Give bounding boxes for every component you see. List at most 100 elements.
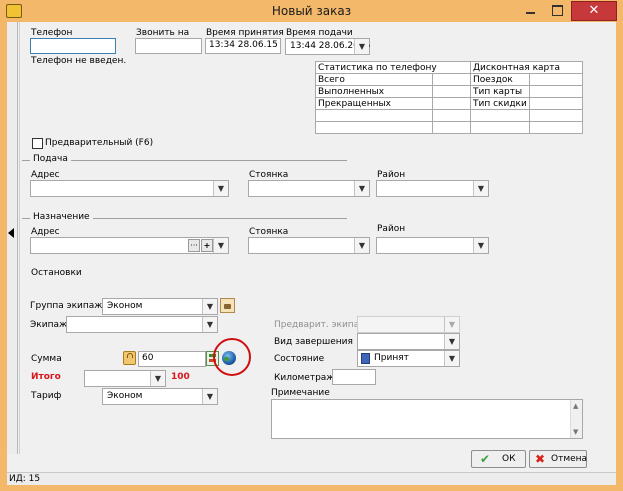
stats-cell: Тип карты: [470, 85, 530, 98]
chevron-down-icon[interactable]: ▼: [473, 238, 488, 253]
minimize-icon: [526, 12, 535, 14]
chevron-down-icon[interactable]: ▼: [473, 181, 488, 196]
collapse-strip[interactable]: [7, 22, 18, 454]
chevron-down-icon[interactable]: ▼: [202, 317, 217, 332]
collapse-arrow-icon[interactable]: [8, 228, 14, 238]
crew-group-combo[interactable]: Эконом ▼: [102, 298, 218, 315]
crew-combo[interactable]: ▼: [66, 316, 218, 333]
destination-address-combo[interactable]: ▼ ··· +: [30, 237, 229, 254]
highlight-circle: [213, 338, 251, 376]
maximize-icon: [552, 5, 563, 16]
stats-cell: Всего: [314, 73, 434, 86]
total-combo[interactable]: ▼: [84, 370, 166, 387]
cancel-button-label: Отмена: [551, 454, 588, 464]
lock-icon[interactable]: [123, 351, 136, 365]
state-combo[interactable]: Принят ▼: [357, 350, 460, 367]
stats-cell: [470, 121, 530, 134]
destination-district-label: Район: [377, 224, 406, 234]
pickup-district-label: Район: [377, 170, 406, 180]
phone-stats-table: Статистика по телефону Дисконтная карта …: [314, 61, 584, 134]
chevron-down-icon[interactable]: ▼: [213, 181, 228, 196]
add-stop-button[interactable]: +: [201, 239, 213, 252]
destination-parking-combo[interactable]: ▼: [248, 237, 370, 254]
check-icon: ✔: [480, 452, 491, 466]
crew-label: Экипаж: [30, 320, 68, 330]
stats-cell: [432, 85, 471, 98]
phone-icon: [361, 353, 370, 364]
status-bar: ИД: 15: [7, 472, 616, 485]
chevron-down-icon[interactable]: ▼: [444, 351, 459, 366]
preliminary-checkbox[interactable]: [32, 138, 43, 149]
state-value: Принят: [374, 353, 409, 363]
chevron-down-icon: ▼: [444, 317, 459, 332]
more-button[interactable]: ···: [188, 239, 200, 252]
note-scrollbar[interactable]: ▲ ▼: [570, 400, 582, 438]
tariff-label: Тариф: [31, 391, 62, 401]
destination-district-combo[interactable]: ▼: [376, 237, 489, 254]
phone-label: Телефон: [31, 28, 73, 38]
pickup-district-combo[interactable]: ▼: [376, 180, 489, 197]
destination-parking-label: Стоянка: [249, 227, 289, 237]
callto-label: Звонить на: [136, 28, 190, 38]
stats-cell: [432, 97, 471, 110]
stats-cell: [432, 121, 471, 134]
destination-group-label: Назначение: [30, 212, 93, 222]
ok-button[interactable]: ✔ ОК: [471, 450, 526, 468]
pickup-parking-combo[interactable]: ▼: [248, 180, 370, 197]
chevron-down-icon[interactable]: ▼: [354, 238, 369, 253]
note-textarea[interactable]: ▲ ▼: [271, 399, 583, 439]
chevron-down-icon[interactable]: ▼: [354, 181, 369, 196]
chevron-down-icon[interactable]: ▼: [444, 334, 459, 349]
preliminary-label: Предварительный (F6): [45, 138, 154, 148]
prelim-crew-label: Предварит. экипаж: [274, 320, 368, 330]
crew-group-value: Эконом: [107, 301, 143, 311]
minimize-button[interactable]: [517, 1, 543, 19]
stats-cell: Прекращенных: [314, 97, 434, 110]
chevron-down-icon[interactable]: ▼: [202, 389, 217, 404]
pickup-address-combo[interactable]: ▼: [30, 180, 229, 197]
cancel-button[interactable]: ✖ Отмена: [529, 450, 587, 468]
tariff-value: Эконом: [107, 391, 143, 401]
stats-cell: [528, 73, 584, 86]
stats-cell: [314, 121, 434, 134]
close-button[interactable]: ✕: [571, 1, 617, 21]
divider: [19, 22, 20, 454]
stats-cell: [314, 109, 434, 122]
completion-combo[interactable]: ▼: [357, 333, 460, 350]
chevron-down-icon[interactable]: ▼: [354, 39, 369, 54]
window-frame-right: [616, 22, 623, 491]
total-label: Итого: [31, 372, 61, 382]
chevron-down-icon[interactable]: ▼: [213, 238, 228, 253]
stats-cell: [528, 97, 584, 110]
ok-button-label: ОК: [502, 454, 516, 464]
pickup-time-picker[interactable]: 13:44 28.06.2015 ▼: [285, 38, 370, 55]
phone-input[interactable]: [30, 38, 116, 54]
completion-label: Вид завершения: [274, 337, 353, 347]
stats-cell: [528, 85, 584, 98]
accept-time-field[interactable]: 13:34 28.06.15: [205, 38, 281, 54]
crew-group-label: Группа экипажа: [30, 301, 108, 311]
crew-icon[interactable]: [220, 298, 235, 313]
total-amount: 100: [171, 372, 190, 382]
cancel-x-icon: ✖: [535, 452, 546, 466]
stats-header-left: Статистика по телефону: [315, 61, 471, 74]
maximize-button[interactable]: [544, 1, 570, 19]
tariff-combo[interactable]: Эконом ▼: [102, 388, 218, 405]
destination-address-label: Адрес: [31, 227, 60, 237]
stats-cell: [432, 109, 471, 122]
window-frame-left: [0, 22, 7, 491]
stats-cell: [528, 121, 584, 134]
state-label: Состояние: [274, 354, 325, 364]
mileage-label: Километраж: [274, 373, 335, 383]
stats-cell: [528, 109, 584, 122]
phone-hint: Телефон не введен.: [31, 56, 127, 66]
chevron-down-icon[interactable]: ▼: [202, 299, 217, 314]
stats-cell: Выполненных: [314, 85, 434, 98]
mileage-input[interactable]: [332, 369, 376, 385]
pickup-time-label: Время подачи: [286, 28, 353, 38]
accept-time-label: Время принятия: [206, 28, 284, 38]
chevron-down-icon[interactable]: ▼: [150, 371, 165, 386]
stats-cell: Поездок: [470, 73, 530, 86]
sum-input[interactable]: 60: [138, 351, 206, 367]
callto-input[interactable]: [135, 38, 202, 54]
